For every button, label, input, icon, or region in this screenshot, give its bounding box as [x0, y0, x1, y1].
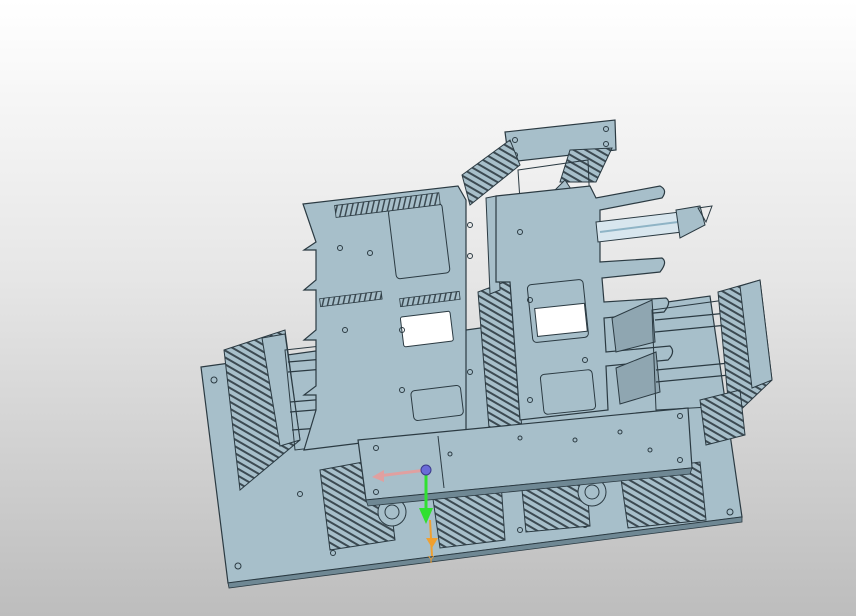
triad-origin[interactable]: [420, 464, 432, 476]
cad-model-canvas[interactable]: Y: [0, 0, 856, 616]
pneumatic-cylinder[interactable]: [595, 205, 713, 243]
y-axis-label: Y: [427, 555, 435, 566]
left-frame-plate[interactable]: [302, 185, 473, 451]
cad-3d-viewport[interactable]: Y: [0, 0, 856, 616]
